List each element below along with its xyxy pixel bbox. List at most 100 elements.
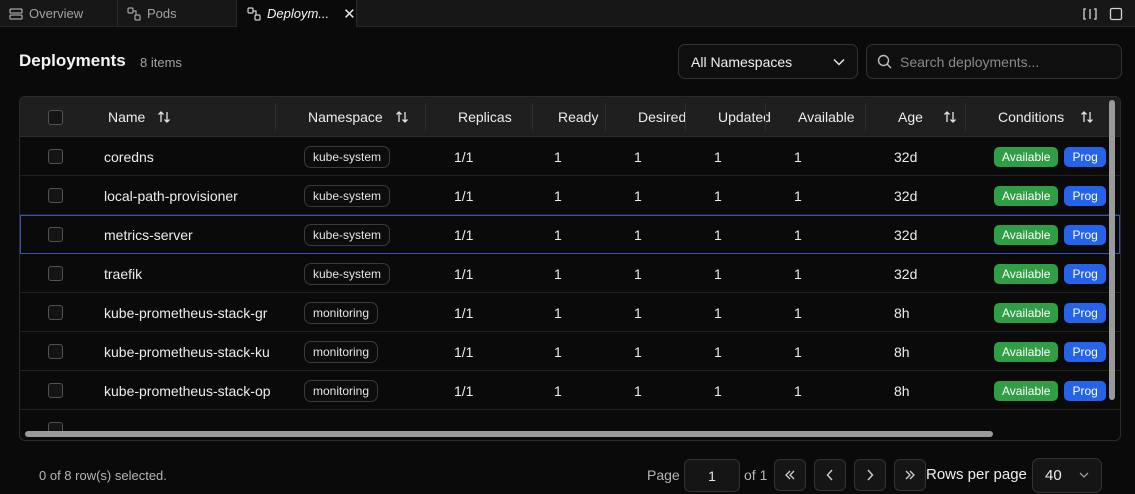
conditions-cell: Available Prog	[994, 137, 1106, 176]
column-divider[interactable]	[532, 103, 533, 131]
column-header-label: Desired	[638, 109, 687, 125]
column-header-age[interactable]: Age	[898, 97, 957, 137]
column-header-name[interactable]: Name	[108, 97, 171, 137]
last-page-button[interactable]	[894, 459, 926, 491]
close-icon[interactable]: ✕	[343, 5, 356, 23]
namespace-cell: kube-system	[304, 176, 391, 215]
column-divider[interactable]	[275, 103, 276, 131]
column-divider[interactable]	[605, 103, 606, 131]
tab-bar: Overview Pods Deploym... ✕	[0, 0, 1135, 27]
namespace-badge[interactable]: kube-system	[304, 223, 391, 246]
desired-cell: 1	[634, 187, 642, 204]
page-number-input[interactable]: 1	[684, 459, 740, 492]
row-checkbox[interactable]	[48, 254, 63, 293]
deployment-name[interactable]: local-path-provisioner	[104, 176, 284, 215]
table-row[interactable]: kube-prometheus-stack-ku monitoring 1/1 1 1 1…	[20, 332, 1120, 371]
sort-icon[interactable]	[395, 110, 409, 124]
column-divider[interactable]	[865, 103, 866, 131]
condition-badge-progressing: Prog	[1064, 185, 1106, 206]
table-row[interactable]: metrics-server kube-system 1/1 1 1 1 1 32d Avail…	[20, 215, 1120, 254]
namespace-select[interactable]: All Namespaces	[678, 44, 858, 79]
available-cell: 1	[794, 187, 802, 204]
namespace-badge[interactable]: kube-system	[304, 184, 391, 207]
nodes-icon	[247, 6, 261, 21]
table-row[interactable]: coredns kube-system 1/1 1 1 1 1 32d Available Pro…	[20, 137, 1120, 176]
deployment-name[interactable]: coredns	[104, 137, 284, 176]
column-header-label: Name	[108, 109, 146, 125]
deployment-name[interactable]: kube-prometheus-stack-ku	[104, 332, 284, 371]
previous-page-button[interactable]	[814, 459, 846, 491]
column-header-label: Conditions	[998, 109, 1065, 125]
split-view-icon[interactable]	[1081, 5, 1099, 23]
table-row[interactable]: local-path-provisioner kube-system 1/1 1 1 1 1…	[20, 176, 1120, 215]
deployment-name[interactable]: kube-prometheus-stack-gr	[104, 293, 284, 332]
column-header-conditions[interactable]: Conditions	[998, 97, 1094, 137]
nodes-icon	[127, 6, 141, 21]
column-header-replicas[interactable]: Replicas	[458, 97, 512, 137]
column-divider[interactable]	[685, 103, 686, 131]
deployment-name[interactable]: kube-prometheus-stack-op	[104, 371, 284, 410]
maximize-icon[interactable]	[1107, 5, 1125, 23]
select-all-checkbox[interactable]	[48, 97, 63, 137]
namespace-badge[interactable]: kube-system	[304, 262, 391, 285]
rows-per-page-select[interactable]: 40	[1032, 458, 1102, 493]
ready-cell: 1	[554, 265, 562, 282]
updated-cell: 1	[714, 343, 722, 360]
row-checkbox[interactable]	[48, 137, 63, 176]
condition-badge-available: Available	[994, 302, 1059, 323]
next-page-button[interactable]	[854, 459, 886, 491]
condition-badge-available: Available	[994, 263, 1059, 284]
sort-icon[interactable]	[157, 110, 171, 124]
chevron-down-icon	[833, 58, 845, 66]
row-checkbox[interactable]	[48, 293, 63, 332]
column-divider[interactable]	[765, 103, 766, 131]
namespace-badge[interactable]: kube-system	[304, 145, 391, 168]
column-header-available[interactable]: Available	[798, 97, 855, 137]
replicas-cell: 1/1	[454, 148, 474, 165]
sort-icon[interactable]	[943, 110, 957, 124]
column-header-desired[interactable]: Desired	[638, 97, 686, 137]
ready-cell: 1	[554, 148, 562, 165]
column-header-label: Updated	[718, 109, 771, 125]
tab-deployments[interactable]: Deploym... ✕	[237, 0, 357, 27]
namespace-badge[interactable]: monitoring	[304, 340, 379, 363]
column-header-label: Replicas	[458, 109, 512, 125]
table-row[interactable]: kube-prometheus-stack-gr monitoring 1/1 1 1 1…	[20, 293, 1120, 332]
age-cell: 8h	[894, 343, 910, 360]
ready-cell: 1	[554, 304, 562, 321]
column-divider[interactable]	[425, 103, 426, 131]
table-row[interactable]: kube-prometheus-stack-op monitoring 1/1 1 1 1…	[20, 371, 1120, 410]
search-input[interactable]	[900, 53, 1110, 70]
column-divider[interactable]	[965, 103, 966, 131]
namespace-badge[interactable]: monitoring	[304, 379, 379, 402]
namespace-badge[interactable]: monitoring	[304, 301, 379, 324]
row-checkbox[interactable]	[48, 176, 63, 215]
conditions-cell: Available Prog	[994, 254, 1106, 293]
condition-badge-progressing: Prog	[1064, 224, 1106, 245]
namespace-cell: monitoring	[304, 332, 379, 371]
row-checkbox[interactable]	[48, 215, 63, 254]
sort-icon[interactable]	[1080, 110, 1094, 124]
column-header-label: Available	[798, 109, 855, 125]
horizontal-scrollbar[interactable]	[25, 431, 993, 437]
column-header-ready[interactable]: Ready	[558, 97, 598, 137]
vertical-scrollbar[interactable]	[1109, 100, 1115, 400]
replicas-cell: 1/1	[454, 304, 474, 321]
desired-cell: 1	[634, 304, 642, 321]
conditions-cell: Available Prog	[994, 215, 1106, 254]
deployment-name[interactable]: metrics-server	[104, 215, 284, 254]
deployment-name[interactable]: traefik	[104, 254, 284, 293]
column-header-updated[interactable]: Updated	[718, 97, 771, 137]
table-row[interactable]: traefik kube-system 1/1 1 1 1 1 32d Available Pro…	[20, 254, 1120, 293]
first-page-button[interactable]	[774, 459, 806, 491]
row-checkbox[interactable]	[48, 332, 63, 371]
tab-overview[interactable]: Overview	[0, 0, 118, 27]
conditions-cell: Available Prog	[994, 176, 1106, 215]
tab-pods[interactable]: Pods	[118, 0, 237, 27]
replicas-cell: 1/1	[454, 265, 474, 282]
search-box[interactable]	[866, 44, 1122, 79]
row-checkbox[interactable]	[48, 371, 63, 410]
updated-cell: 1	[714, 187, 722, 204]
column-header-namespace[interactable]: Namespace	[308, 97, 409, 137]
replicas-cell: 1/1	[454, 382, 474, 399]
